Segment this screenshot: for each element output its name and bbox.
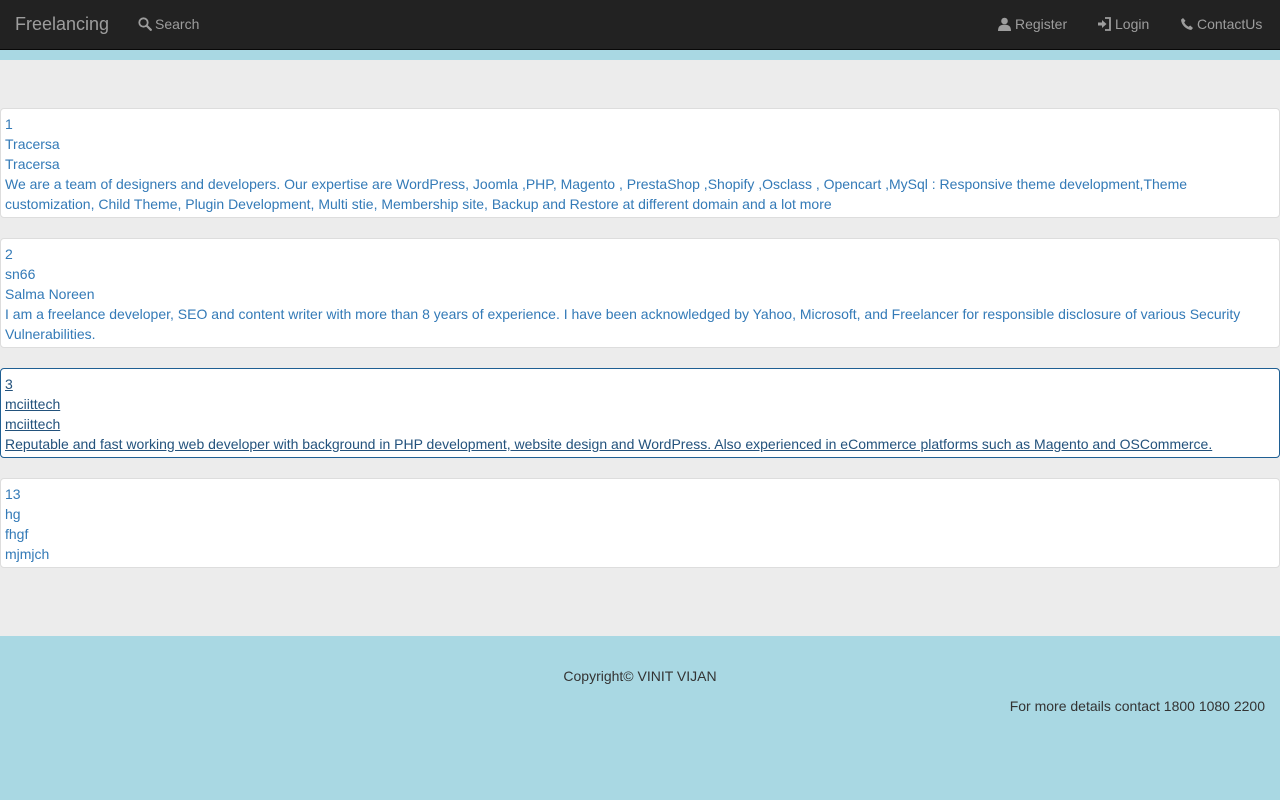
freelancer-username: sn66 xyxy=(5,266,36,282)
accent-bar xyxy=(0,50,1280,60)
freelancer-id: 2 xyxy=(5,246,13,262)
nav-register-label: Register xyxy=(1015,16,1068,32)
freelancer-username: Tracersa xyxy=(5,136,60,152)
freelancer-description: We are a team of designers and developer… xyxy=(5,176,1188,212)
phone-icon xyxy=(1181,18,1193,30)
freelancer-card[interactable]: 1 Tracersa Tracersa We are a team of des… xyxy=(0,108,1280,218)
freelancer-username: mciittech xyxy=(5,396,61,412)
nav-login-link[interactable]: Login xyxy=(1097,16,1149,32)
freelancer-id: 1 xyxy=(5,116,13,132)
login-icon xyxy=(1098,17,1111,31)
freelancer-card[interactable]: 3 mciittech mciittech Reputable and fast… xyxy=(0,368,1280,458)
freelancer-name: Salma Noreen xyxy=(5,286,95,302)
nav-search-link[interactable]: Search xyxy=(138,16,199,32)
nav-contact-link[interactable]: ContactUs xyxy=(1180,16,1262,32)
freelancer-id: 13 xyxy=(5,486,21,502)
freelancer-id: 3 xyxy=(5,376,13,392)
nav-login-label: Login xyxy=(1115,16,1150,32)
brand-link[interactable]: Freelancing xyxy=(15,14,109,35)
freelancer-description: Reputable and fast working web developer… xyxy=(5,436,1213,452)
freelancer-name: Tracersa xyxy=(5,156,60,172)
footer-copyright: Copyright© VINIT VIJAN xyxy=(563,668,717,684)
footer-contact: For more details contact 1800 1080 2200 xyxy=(1009,698,1265,714)
top-navbar: Freelancing Search Register Login Contac… xyxy=(0,0,1280,50)
page-footer: Copyright© VINIT VIJAN For more details … xyxy=(0,636,1280,800)
freelancer-name: mciittech xyxy=(5,416,61,432)
freelancer-card[interactable]: 2 sn66 Salma Noreen I am a freelance dev… xyxy=(0,238,1280,348)
freelancer-card[interactable]: 13 hg fhgf mjmjch xyxy=(0,478,1280,568)
freelancer-description: mjmjch xyxy=(5,546,50,562)
nav-register-link[interactable]: Register xyxy=(997,16,1067,32)
nav-contact-label: ContactUs xyxy=(1197,16,1263,32)
search-icon xyxy=(138,17,152,31)
freelancer-username: hg xyxy=(5,506,21,522)
nav-search-label: Search xyxy=(155,16,200,32)
freelancer-name: fhgf xyxy=(5,526,29,542)
freelancer-description: I am a freelance developer, SEO and cont… xyxy=(5,306,1241,342)
user-icon xyxy=(998,17,1011,31)
